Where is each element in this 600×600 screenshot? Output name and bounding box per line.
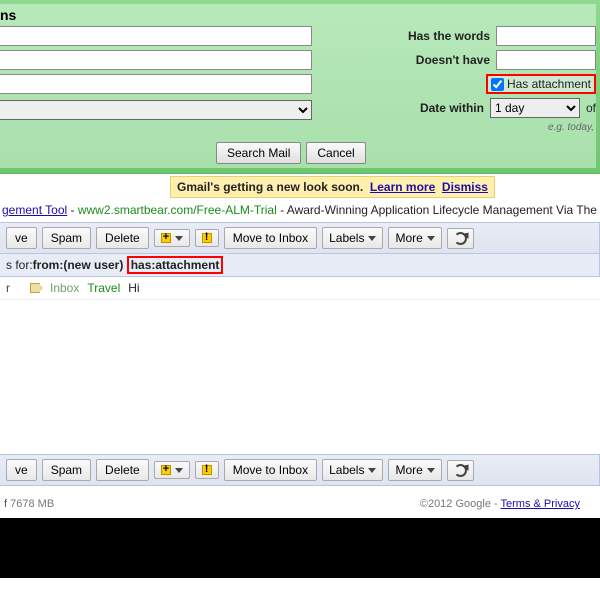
search-field-1[interactable] [0,26,312,46]
plus-icon [161,465,171,475]
email-row[interactable]: r Inbox Travel Hi [0,277,600,300]
action-toolbar-bottom: ve Spam Delete Move to Inbox Labels More [0,454,600,486]
mark-read-button[interactable] [154,229,190,247]
spam-button-2[interactable]: Spam [42,459,91,481]
ad-description: Award-Winning Application Lifecycle Mana… [287,203,597,217]
has-attachment-token: has:attachment [127,256,224,274]
label-inbox: Inbox [50,281,79,295]
exclaim-icon [202,233,212,243]
labels-button[interactable]: Labels [322,227,383,249]
doesnt-have-input[interactable] [496,50,596,70]
copyright: ©2012 Google [420,498,491,510]
delete-button-2[interactable]: Delete [96,459,149,481]
mark-read-button-2[interactable] [154,461,190,479]
move-to-inbox-button[interactable]: Move to Inbox [224,227,317,249]
archive-button[interactable]: ve [6,227,37,249]
search-field-3[interactable] [0,74,312,94]
dismiss-link[interactable]: Dismiss [442,180,488,194]
footer: f 7678 MB ©2012 Google - Terms & Privacy [0,486,600,518]
refresh-icon [454,464,467,477]
ad-url[interactable]: www2.smartbear.com/Free-ALM-Trial [78,203,277,217]
has-attachment-label: Has attachment [507,77,591,91]
search-options-title: ns [0,7,596,26]
delete-button[interactable]: Delete [96,227,149,249]
has-words-label: Has the words [408,29,490,43]
refresh-button-2[interactable] [447,460,474,481]
ad-title-link[interactable]: gement Tool [2,203,67,217]
sponsored-row: gement Tool - www2.smartbear.com/Free-AL… [0,198,600,222]
cancel-button[interactable]: Cancel [306,142,365,164]
has-attachment-checkbox[interactable] [491,78,504,91]
search-field-2[interactable] [0,50,312,70]
label-icon [30,283,42,293]
move-to-inbox-button-2[interactable]: Move to Inbox [224,459,317,481]
of-label: of [586,101,596,115]
storage-text: f 7678 MB [4,498,54,510]
sender-fragment: r [6,281,10,295]
plus-icon [161,233,171,243]
date-within-label: Date within [420,101,484,115]
learn-more-link[interactable]: Learn more [370,180,435,194]
has-words-input[interactable] [496,26,596,46]
doesnt-have-label: Doesn't have [416,53,490,67]
spam-button[interactable]: Spam [42,227,91,249]
black-bar [0,518,600,578]
subject: Hi [128,281,139,295]
search-results-bar: s for:from:(new user) has:attachment [0,254,600,277]
more-button-2[interactable]: More [388,459,441,481]
action-toolbar-top: ve Spam Delete Move to Inbox Labels More [0,222,600,254]
exclaim-icon [202,465,212,475]
terms-link[interactable]: Terms & Privacy [501,498,580,510]
search-mail-button[interactable]: Search Mail [216,142,301,164]
has-attachment-highlight: Has attachment [486,74,596,94]
report-button[interactable] [195,229,219,247]
date-hint: e.g. today, [346,122,596,133]
archive-button-2[interactable]: ve [6,459,37,481]
refresh-icon [454,232,467,245]
report-button-2[interactable] [195,461,219,479]
date-within-select[interactable]: 1 day [490,98,580,118]
label-travel: Travel [87,281,120,295]
new-look-notice: Gmail's getting a new look soon. Learn m… [170,176,495,198]
labels-button-2[interactable]: Labels [322,459,383,481]
refresh-button[interactable] [447,228,474,249]
search-scope-select[interactable] [0,100,312,120]
more-button[interactable]: More [388,227,441,249]
